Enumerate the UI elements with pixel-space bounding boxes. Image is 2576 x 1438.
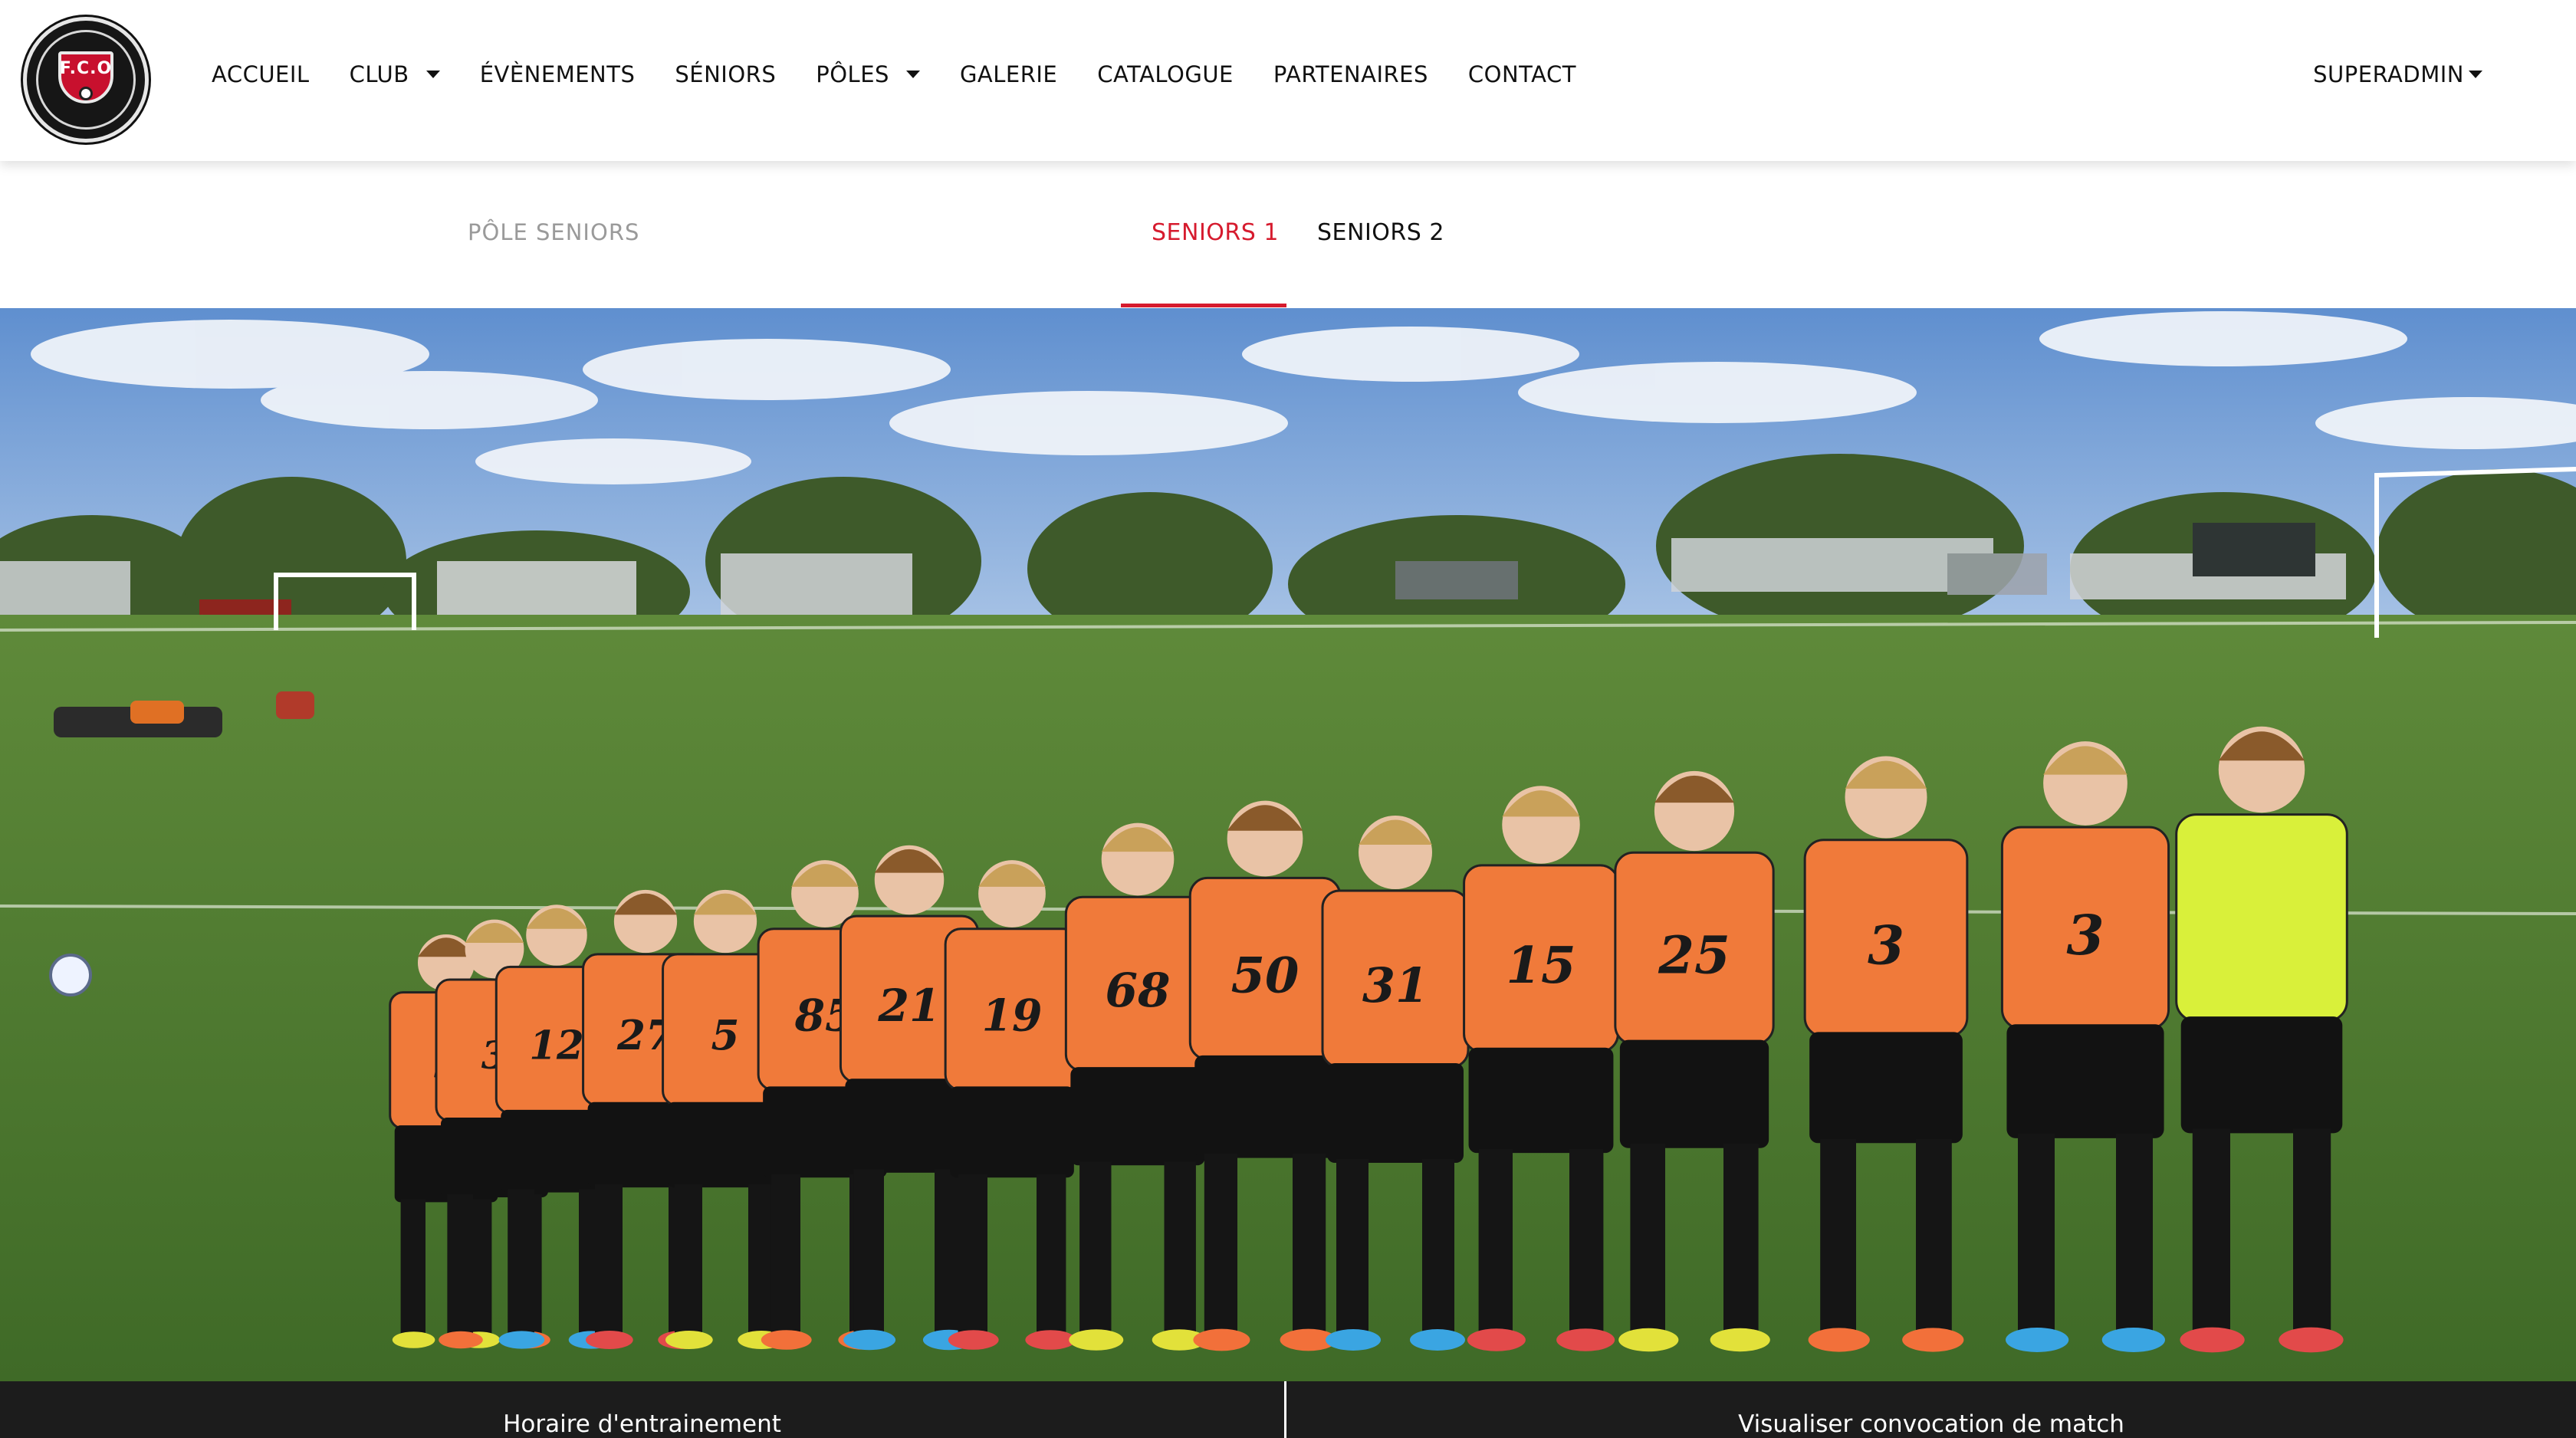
nav-label: ÉVÈNEMENTS <box>479 61 636 87</box>
match-convocation-button[interactable]: Visualiser convocation de match <box>1286 1381 2576 1438</box>
jersey-number: 31 <box>1362 957 1428 1013</box>
jersey-number: 5 <box>711 1011 740 1059</box>
chevron-down-icon <box>2469 71 2482 78</box>
jersey-number: 3 <box>2066 903 2104 967</box>
tab-seniors-1[interactable]: SENIORS 1 <box>1152 219 1279 246</box>
jersey-number: 21 <box>877 979 940 1032</box>
nav-label: PARTENAIRES <box>1273 61 1428 87</box>
football <box>49 954 92 996</box>
nav-label: CATALOGUE <box>1097 61 1234 87</box>
nav-label: ACCUEIL <box>212 61 310 87</box>
team-photo-illustration: 5312275852119685031152533 <box>0 308 2576 1381</box>
training-schedule-button[interactable]: Horaire d'entrainement <box>0 1381 1286 1438</box>
nav-label: CONTACT <box>1467 61 1576 87</box>
jersey-number: 12 <box>529 1023 583 1069</box>
nav-item-evenements[interactable]: ÉVÈNEMENTS <box>480 61 636 87</box>
nav-label: SÉNIORS <box>675 61 777 87</box>
logo-text: F.C.O <box>59 59 113 78</box>
nav-item-seniors[interactable]: SÉNIORS <box>675 61 776 87</box>
nav-item-poles[interactable]: PÔLES <box>816 61 920 87</box>
jersey-number: 3 <box>1868 914 1904 977</box>
team-photo: 5312275852119685031152533 <box>0 308 2576 1381</box>
chevron-down-icon <box>426 71 440 78</box>
jersey-number: 50 <box>1231 947 1300 1005</box>
pole-title: PÔLE SENIORS <box>468 219 640 245</box>
user-menu[interactable]: SUPERADMIN <box>2313 61 2482 87</box>
nav-item-contact[interactable]: CONTACT <box>1468 61 1576 87</box>
jersey-number: 25 <box>1658 925 1730 986</box>
jersey-number: 19 <box>982 990 1043 1041</box>
tab-seniors-2[interactable]: SENIORS 2 <box>1317 219 1444 246</box>
active-tab-indicator <box>1121 304 1286 307</box>
action-bar: Horaire d'entrainement Visualiser convoc… <box>0 1381 2576 1438</box>
nav-item-galerie[interactable]: GALERIE <box>960 61 1057 87</box>
nav-label: PÔLES <box>816 61 889 87</box>
jersey-number: 68 <box>1105 964 1170 1018</box>
team-subnav: PÔLE SENIORS SENIORS 1 SENIORS 2 <box>0 161 2576 308</box>
main-nav: ACCUEIL CLUB ÉVÈNEMENTS SÉNIORS PÔLES GA… <box>212 61 1616 87</box>
nav-item-club[interactable]: CLUB <box>350 61 440 87</box>
jersey-number: 15 <box>1506 936 1576 995</box>
nav-label: CLUB <box>349 61 409 87</box>
club-logo[interactable]: F.C.O <box>23 17 149 143</box>
user-menu-label: SUPERADMIN <box>2313 61 2464 87</box>
nav-item-catalogue[interactable]: CATALOGUE <box>1097 61 1234 87</box>
nav-item-partenaires[interactable]: PARTENAIRES <box>1273 61 1428 87</box>
nav-item-accueil[interactable]: ACCUEIL <box>212 61 310 87</box>
nav-label: GALERIE <box>959 61 1058 87</box>
chevron-down-icon <box>905 71 920 78</box>
football-icon <box>79 87 93 100</box>
top-navbar: F.C.O ACCUEIL CLUB ÉVÈNEMENTS SÉNIORS PÔ… <box>0 0 2576 161</box>
